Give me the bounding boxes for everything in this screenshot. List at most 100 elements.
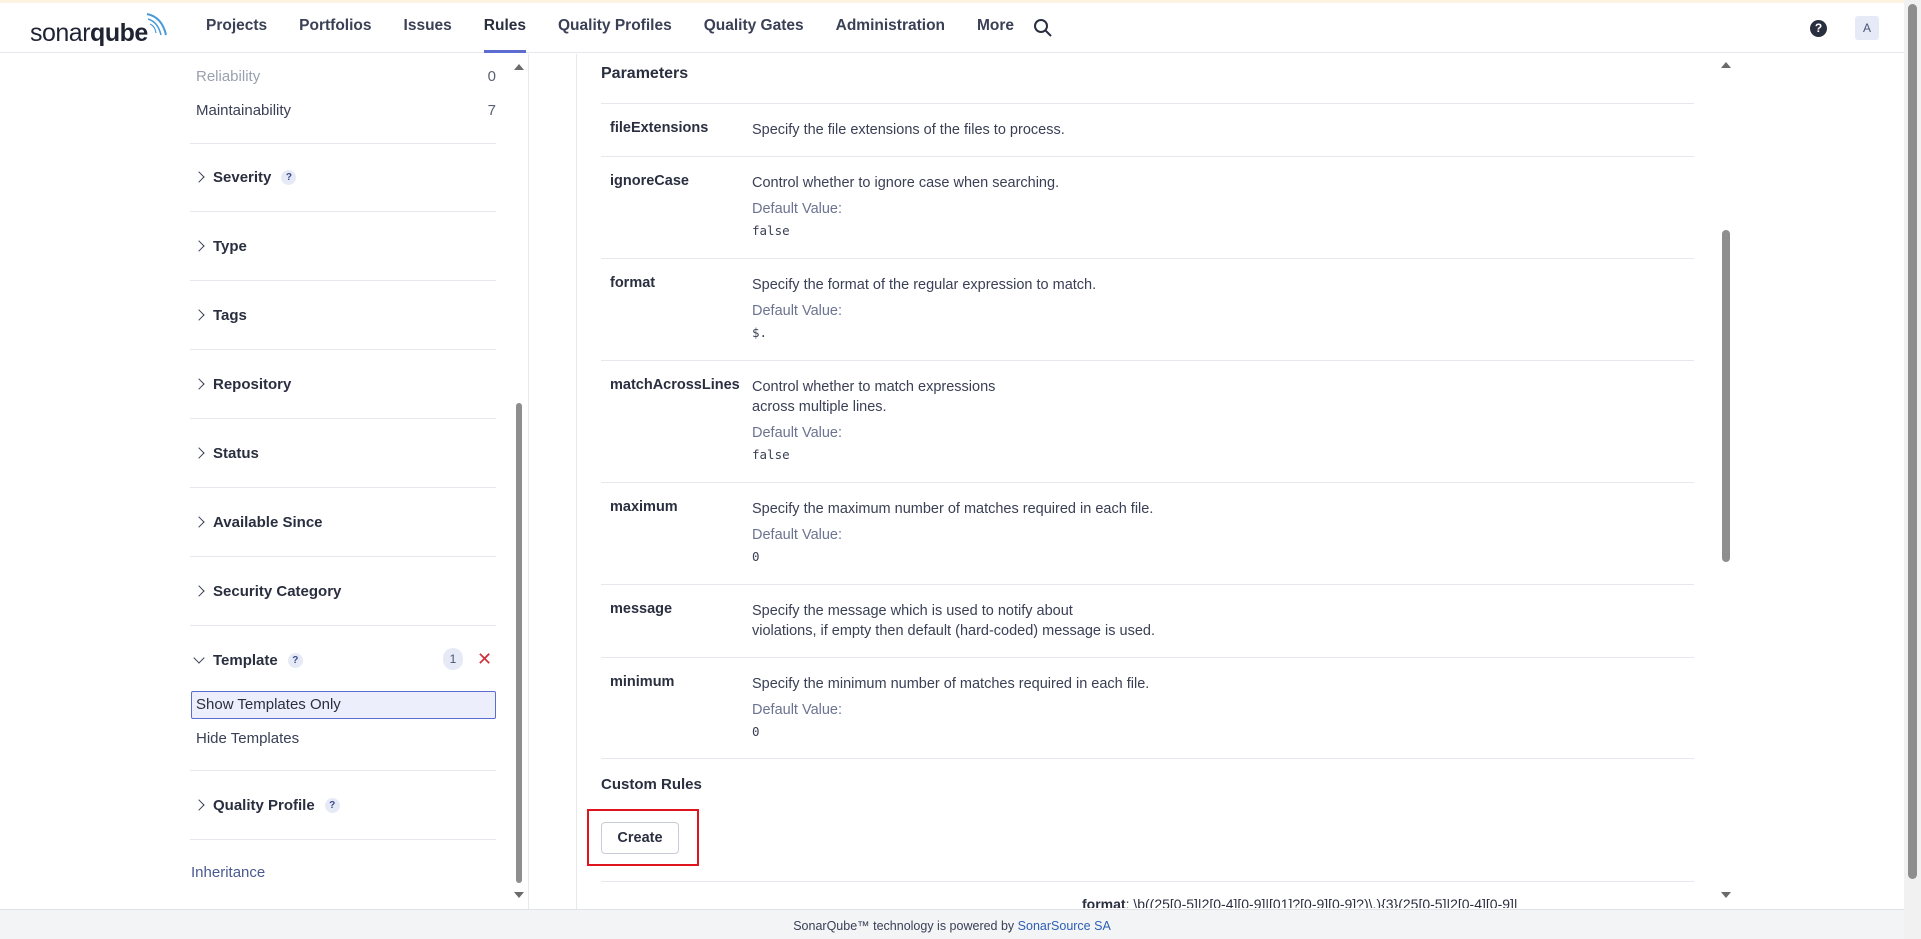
divider [190,349,496,350]
chevron-right-icon [193,309,205,321]
default-value-label: Default Value: [752,527,843,543]
reliability-label: Reliability [196,68,261,85]
main-scroll-up-arrow[interactable] [1721,62,1731,68]
template-count-badge: 1 [443,648,463,670]
divider [190,839,496,840]
param-row: maximum Specify the maximum number of ma… [601,482,1694,584]
param-name: format [610,275,656,291]
param-description: Control whether to ignore case when sear… [752,175,1060,191]
divider [601,881,1694,882]
snippet-key: format [1082,896,1126,908]
facet-repository[interactable]: Repository [193,372,499,396]
help-icon[interactable]: ? [281,169,297,185]
facet-status[interactable]: Status [193,441,499,465]
sidebar-scrollbar-thumb[interactable] [516,403,522,883]
chevron-right-icon [193,585,205,597]
chevron-right-icon [193,378,205,390]
facet-available-since[interactable]: Available Since [193,510,499,534]
avatar[interactable]: A [1855,16,1879,40]
param-description: Specify the minimum number of matches re… [752,676,1150,692]
page-scrollbar[interactable] [1904,0,1921,939]
nav-issues[interactable]: Issues [388,3,468,53]
param-description-line: across multiple lines. [752,399,887,415]
param-row: message Specify the message which is use… [601,584,1694,657]
default-value-label: Default Value: [752,702,843,718]
default-value-label: Default Value: [752,425,843,441]
facet-security-category[interactable]: Security Category [193,579,499,603]
facet-tags[interactable]: Tags [193,303,499,327]
help-icon[interactable]: ? [1810,20,1827,37]
chevron-down-icon [193,652,205,664]
facet-security-category-label: Security Category [213,582,342,600]
chevron-right-icon [193,799,205,811]
clear-template-filter-icon[interactable]: ✕ [477,648,492,670]
maintainability-count: 7 [487,102,496,119]
facet-repository-label: Repository [213,375,292,393]
nav-rules[interactable]: Rules [468,3,542,53]
logo-text-sonar: sonar [30,19,91,47]
facet-quality-profile[interactable]: Quality Profile ? [193,793,499,817]
nav-projects[interactable]: Projects [190,3,283,53]
nav-portfolios[interactable]: Portfolios [283,3,387,53]
divider [190,211,496,212]
param-description-line: Specify the message which is used to not… [752,603,1073,619]
divider [190,770,496,771]
param-row: minimum Specify the minimum number of ma… [601,657,1694,759]
help-icon[interactable]: ? [324,797,340,813]
default-value: 0 [752,724,760,739]
main-nav: Projects Portfolios Issues Rules Quality… [190,3,1030,53]
nav-administration[interactable]: Administration [820,3,961,53]
nav-more[interactable]: More [961,3,1030,53]
reliability-count: 0 [487,68,496,85]
chevron-right-icon [193,240,205,252]
create-custom-rule-button[interactable]: Create [601,822,679,854]
default-value-label: Default Value: [752,201,843,217]
param-description: Control whether to match expressions acr… [752,377,995,417]
maintainability-label: Maintainability [196,102,292,119]
param-name: maximum [610,499,678,515]
param-description: Specify the message which is used to not… [752,601,1155,641]
param-name: minimum [610,674,675,690]
default-value: false [752,223,790,238]
divider [190,625,496,626]
chevron-right-icon [193,171,205,183]
logo-text-qube: qube [90,19,148,47]
divider [190,487,496,488]
sidebar-scroll-down-arrow[interactable] [514,892,524,898]
param-description-line: Control whether to match expressions [752,379,996,395]
main-scrollbar-thumb[interactable] [1722,230,1730,562]
sonarqube-logo[interactable]: sonarqube [30,11,170,47]
footer-sonarsource-link[interactable]: SonarSource SA [1018,919,1111,933]
nav-quality-profiles[interactable]: Quality Profiles [542,3,688,53]
nav-quality-gates[interactable]: Quality Gates [688,3,820,53]
param-row: ignoreCase Control whether to ignore cas… [601,156,1694,258]
param-row: matchAcrossLines Control whether to matc… [601,360,1694,482]
facet-tags-label: Tags [213,306,247,324]
facet-type[interactable]: Type [193,234,499,258]
facet-available-since-label: Available Since [213,513,323,531]
sidebar-scroll-up-arrow[interactable] [514,64,524,70]
custom-rules-title: Custom Rules [601,776,702,793]
facet-option-maintainability[interactable]: Maintainability 7 [196,102,496,119]
divider [190,143,496,144]
facet-inheritance[interactable]: Inheritance [191,864,265,881]
facet-option-reliability[interactable]: Reliability 0 [196,68,496,85]
param-row: fileExtensions Specify the file extensio… [601,103,1694,156]
param-description: Specify the format of the regular expres… [752,277,1097,293]
option-show-templates-only[interactable]: Show Templates Only [191,691,496,719]
param-description-line: violations, if empty then default (hard-… [752,623,1155,639]
facet-severity-label: Severity [213,168,272,186]
footer-text: SonarQube™ technology is powered by [793,919,1018,933]
main-scroll-down-arrow[interactable] [1721,892,1731,898]
facet-type-label: Type [213,237,247,255]
page-scrollbar-thumb[interactable] [1908,4,1917,879]
facet-severity[interactable]: Severity ? [193,165,499,189]
search-icon[interactable] [1033,18,1053,38]
custom-rule-param-snippet: format: \b((25[0-5]|2[0-4][0-9]|[01]?[0-… [1082,896,1518,908]
param-name: message [610,601,673,617]
param-name: matchAcrossLines [610,377,740,393]
help-icon[interactable]: ? [287,652,303,668]
option-hide-templates[interactable]: Hide Templates [196,730,299,747]
default-value: 0 [752,549,760,564]
default-value-label: Default Value: [752,303,843,319]
